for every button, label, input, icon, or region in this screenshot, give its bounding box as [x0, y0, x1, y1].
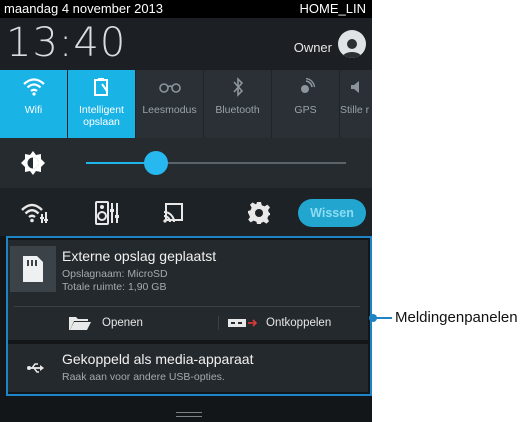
tile-label: Stille r [340, 104, 370, 116]
tile-label: Leesmodus [142, 104, 197, 116]
user-icon [342, 39, 362, 58]
tile-smart-save[interactable]: Intelligent opslaan [68, 70, 136, 138]
wifi-settings-button[interactable] [20, 198, 50, 228]
callout-dot [369, 314, 377, 322]
tile-wifi[interactable]: Wifi [0, 70, 68, 138]
callout-label: Meldingenpanelen [395, 309, 518, 326]
tile-label: Intelligent opslaan [79, 104, 124, 128]
drag-handle[interactable] [176, 412, 202, 417]
brightness-icon [21, 151, 45, 175]
audio-wizard-button[interactable] [92, 198, 122, 228]
mute-icon [351, 81, 359, 93]
tile-label: GPS [294, 104, 317, 116]
tile-label: Bluetooth [215, 104, 260, 116]
tools-row: Wissen [0, 188, 372, 236]
tile-label: Wifi [24, 104, 43, 116]
callout-box [6, 236, 372, 396]
clock-row: 13:40 Owner [0, 18, 372, 70]
avatar[interactable] [338, 30, 366, 58]
screen-cast-icon [163, 203, 183, 223]
brightness-row [0, 138, 372, 188]
clock: 13:40 [6, 20, 127, 66]
owner-label[interactable]: Owner [294, 40, 332, 55]
audio-wizard-icon [95, 201, 119, 225]
clear-button[interactable]: Wissen [298, 199, 366, 227]
gear-icon [248, 202, 270, 224]
wifi-icon [22, 78, 45, 96]
screen-mirroring-button[interactable] [158, 198, 188, 228]
brightness-slider[interactable] [86, 151, 346, 175]
reading-glasses-icon [158, 83, 181, 93]
tile-gps[interactable]: GPS [272, 70, 340, 138]
smart-save-icon [93, 78, 108, 96]
wifi-settings-icon [21, 203, 48, 223]
bluetooth-icon [232, 77, 243, 97]
status-date: maandag 4 november 2013 [4, 1, 164, 16]
tile-silent-mode[interactable]: Stille r [340, 70, 372, 138]
tile-reading-mode[interactable]: Leesmodus [136, 70, 204, 138]
gps-icon [300, 78, 315, 93]
quick-settings: Wifi Intelligent opslaan Leesmodus Bluet… [0, 70, 372, 138]
settings-button[interactable] [244, 198, 274, 228]
status-bar: maandag 4 november 2013 HOME_LIN [0, 0, 372, 18]
brightness-thumb[interactable] [144, 151, 169, 175]
status-network: HOME_LIN [299, 1, 366, 16]
tile-bluetooth[interactable]: Bluetooth [204, 70, 272, 138]
